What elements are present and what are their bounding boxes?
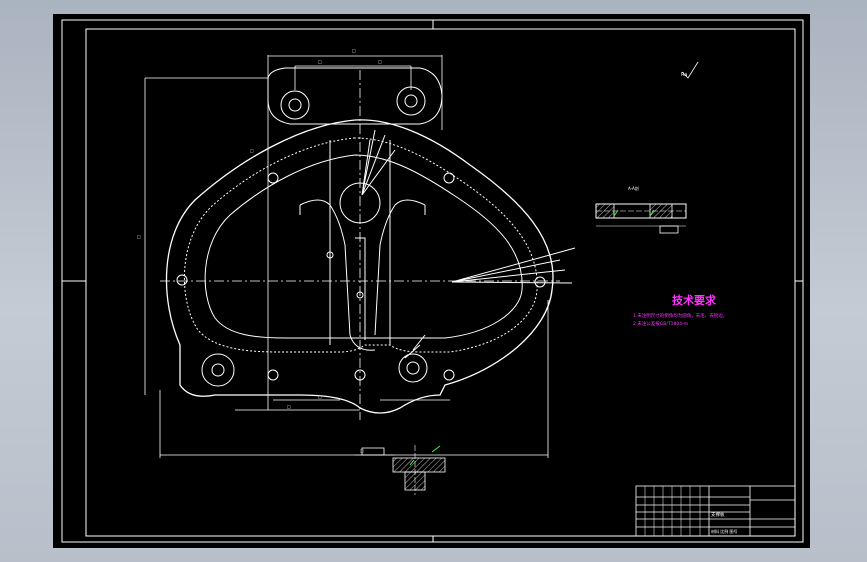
svg-text:□: □ [318, 394, 322, 399]
svg-text:Ra: Ra [681, 72, 687, 78]
svg-text:□: □ [287, 404, 291, 409]
notes-line-2: 2.未注公差按GB/T1804-m [633, 320, 688, 327]
titleblock-part-name: 支撑板 [711, 511, 725, 518]
svg-text:□: □ [137, 234, 141, 239]
svg-text:□: □ [378, 59, 382, 64]
svg-text:A-A剖: A-A剖 [628, 185, 639, 191]
svg-text:□: □ [250, 148, 254, 153]
notes-line-1: 1.未注明尺寸的倒角均为圆角，去毛、去锐边。 [633, 312, 727, 319]
drawing-canvas[interactable]: □ □ □ □ □ □ □ □ Ra A-A剖 技术要求 1.未注明尺寸的倒角均… [0, 0, 867, 562]
titleblock-row2: 材料 比例 图号 [711, 528, 738, 534]
svg-text:□: □ [318, 59, 322, 64]
notes-title: 技术要求 [672, 293, 717, 307]
svg-text:□: □ [352, 48, 356, 53]
cad-viewport[interactable]: □ □ □ □ □ □ □ □ Ra A-A剖 技术要求 1.未注明尺寸的倒角均… [0, 0, 867, 562]
